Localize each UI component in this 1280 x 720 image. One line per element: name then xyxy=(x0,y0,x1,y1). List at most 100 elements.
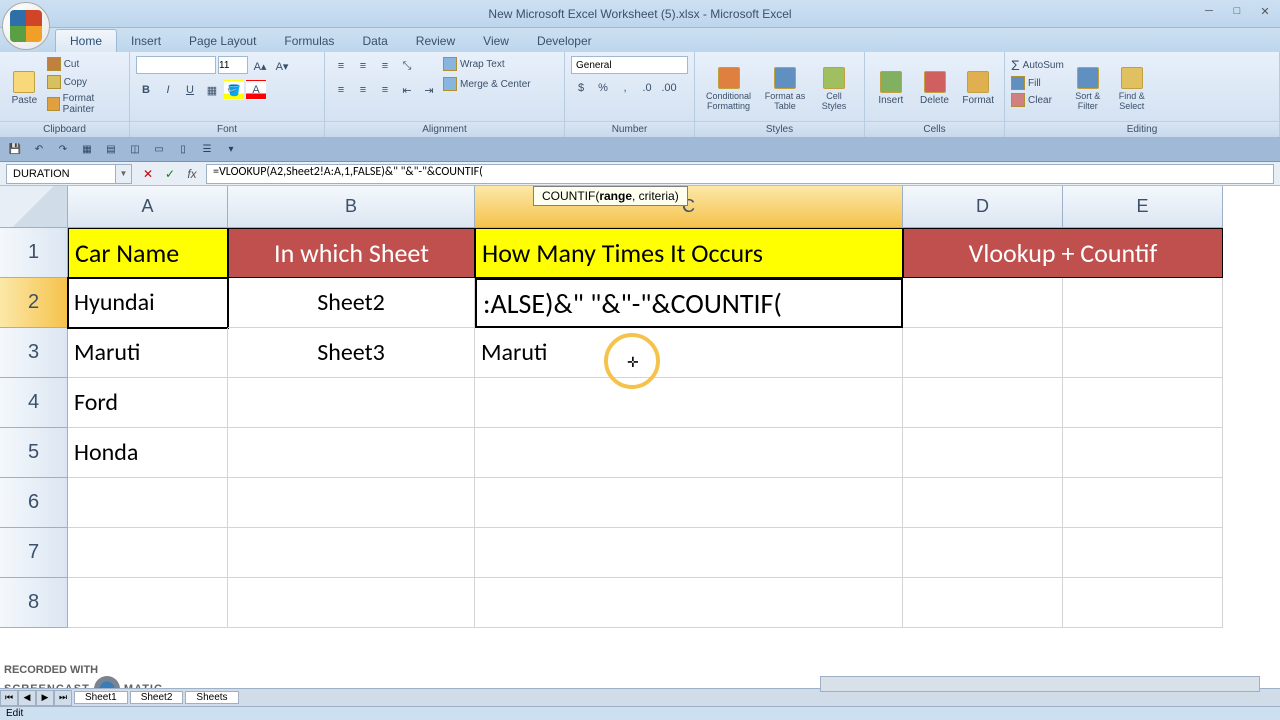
italic-button[interactable]: I xyxy=(158,80,178,100)
find-select-button[interactable]: Find & Select xyxy=(1112,56,1152,121)
orientation-button[interactable]: ⤡ xyxy=(397,56,417,76)
font-name-input[interactable] xyxy=(136,56,216,74)
cell-a8[interactable] xyxy=(68,578,228,628)
undo-button[interactable]: ↶ xyxy=(30,141,48,159)
worksheet-grid[interactable]: A B C D E 1 2 3 4 5 6 7 8 Car Name In wh… xyxy=(0,186,1280,686)
row-header-7[interactable]: 7 xyxy=(0,528,68,578)
cell-b5[interactable] xyxy=(228,428,475,478)
cell-b6[interactable] xyxy=(228,478,475,528)
tab-insert[interactable]: Insert xyxy=(117,30,175,52)
grow-font-button[interactable]: A▴ xyxy=(250,56,270,76)
tab-review[interactable]: Review xyxy=(402,30,469,52)
cell-a4[interactable]: Ford xyxy=(68,378,228,428)
cell-a1[interactable]: Car Name xyxy=(68,228,228,278)
tab-page-layout[interactable]: Page Layout xyxy=(175,30,270,52)
cell-e2[interactable] xyxy=(1063,278,1223,328)
autosum-button[interactable]: ΣAutoSum xyxy=(1011,56,1064,74)
qat-btn-4[interactable]: ▭ xyxy=(150,141,168,159)
cell-c6[interactable] xyxy=(475,478,903,528)
fill-button[interactable]: Fill xyxy=(1011,75,1064,91)
cell-c7[interactable] xyxy=(475,528,903,578)
clear-button[interactable]: Clear xyxy=(1011,92,1064,108)
cell-a2[interactable]: Hyundai xyxy=(68,278,228,328)
qat-more-button[interactable]: ▾ xyxy=(222,141,240,159)
row-header-5[interactable]: 5 xyxy=(0,428,68,478)
cancel-formula-button[interactable]: ✕ xyxy=(138,164,158,184)
cell-d3[interactable] xyxy=(903,328,1063,378)
underline-button[interactable]: U xyxy=(180,80,200,100)
fill-color-button[interactable]: 🪣 xyxy=(224,80,244,100)
minimize-button[interactable]: ─ xyxy=(1199,3,1219,19)
decrease-decimal-button[interactable]: .00 xyxy=(659,78,679,98)
redo-button[interactable]: ↷ xyxy=(54,141,72,159)
cell-e7[interactable] xyxy=(1063,528,1223,578)
qat-btn-1[interactable]: ▦ xyxy=(78,141,96,159)
qat-btn-5[interactable]: ▯ xyxy=(174,141,192,159)
align-left-button[interactable]: ≡ xyxy=(331,80,351,100)
row-header-8[interactable]: 8 xyxy=(0,578,68,628)
cell-e6[interactable] xyxy=(1063,478,1223,528)
row-header-6[interactable]: 6 xyxy=(0,478,68,528)
cell-b2[interactable]: Sheet2 xyxy=(228,278,475,328)
qat-btn-3[interactable]: ◫ xyxy=(126,141,144,159)
cell-c1[interactable]: How Many Times It Occurs xyxy=(475,228,903,278)
bold-button[interactable]: B xyxy=(136,80,156,100)
sheet-tab-1[interactable]: Sheet1 xyxy=(74,691,128,704)
cell-c4[interactable] xyxy=(475,378,903,428)
row-header-2[interactable]: 2 xyxy=(0,278,68,328)
cell-a7[interactable] xyxy=(68,528,228,578)
font-size-input[interactable] xyxy=(218,56,248,74)
tab-data[interactable]: Data xyxy=(348,30,401,52)
enter-formula-button[interactable]: ✓ xyxy=(160,164,180,184)
increase-indent-button[interactable]: ⇥ xyxy=(419,80,439,100)
increase-decimal-button[interactable]: .0 xyxy=(637,78,657,98)
align-top-button[interactable]: ≡ xyxy=(331,56,351,76)
qat-btn-6[interactable]: ☰ xyxy=(198,141,216,159)
cell-d7[interactable] xyxy=(903,528,1063,578)
formula-input[interactable]: =VLOOKUP(A2,Sheet2!A:A,1,FALSE)&" "&"-"&… xyxy=(206,164,1274,184)
insert-function-button[interactable]: fx xyxy=(182,164,202,184)
sheet-tab-3[interactable]: Sheets xyxy=(185,691,238,704)
format-painter-button[interactable]: Format Painter xyxy=(47,92,123,116)
border-button[interactable]: ▦ xyxy=(202,80,222,100)
row-header-3[interactable]: 3 xyxy=(0,328,68,378)
insert-cells-button[interactable]: Insert xyxy=(871,56,911,121)
tab-home[interactable]: Home xyxy=(55,29,117,52)
cell-b7[interactable] xyxy=(228,528,475,578)
cell-c3[interactable]: Maruti xyxy=(475,328,903,378)
cell-a6[interactable] xyxy=(68,478,228,528)
row-header-4[interactable]: 4 xyxy=(0,378,68,428)
delete-cells-button[interactable]: Delete xyxy=(915,56,955,121)
cell-e4[interactable] xyxy=(1063,378,1223,428)
cell-styles-button[interactable]: Cell Styles xyxy=(814,56,854,121)
cell-e5[interactable] xyxy=(1063,428,1223,478)
cell-b1[interactable]: In which Sheet xyxy=(228,228,475,278)
sheet-nav-prev[interactable]: ◀ xyxy=(18,690,36,706)
comma-button[interactable]: , xyxy=(615,78,635,98)
number-format-combo[interactable]: General xyxy=(571,56,688,74)
row-header-1[interactable]: 1 xyxy=(0,228,68,278)
format-cells-button[interactable]: Format xyxy=(958,56,998,121)
select-all-corner[interactable] xyxy=(0,186,68,228)
tab-formulas[interactable]: Formulas xyxy=(270,30,348,52)
save-button[interactable]: 💾 xyxy=(6,141,24,159)
cell-d1[interactable]: Vlookup + Countif xyxy=(903,228,1223,278)
cell-d4[interactable] xyxy=(903,378,1063,428)
horizontal-scrollbar[interactable] xyxy=(820,676,1260,692)
cell-c8[interactable] xyxy=(475,578,903,628)
align-right-button[interactable]: ≡ xyxy=(375,80,395,100)
accounting-button[interactable]: $ xyxy=(571,78,591,98)
sheet-nav-last[interactable]: ⏭ xyxy=(54,690,72,706)
cell-e3[interactable] xyxy=(1063,328,1223,378)
shrink-font-button[interactable]: A▾ xyxy=(272,56,292,76)
col-header-a[interactable]: A xyxy=(68,186,228,228)
col-header-b[interactable]: B xyxy=(228,186,475,228)
format-as-table-button[interactable]: Format as Table xyxy=(760,56,810,121)
copy-button[interactable]: Copy xyxy=(47,74,123,90)
restore-button[interactable]: □ xyxy=(1227,3,1247,19)
wrap-text-button[interactable]: Wrap Text xyxy=(443,56,531,72)
cell-d5[interactable] xyxy=(903,428,1063,478)
cell-b3[interactable]: Sheet3 xyxy=(228,328,475,378)
qat-btn-2[interactable]: ▤ xyxy=(102,141,120,159)
sheet-nav-next[interactable]: ▶ xyxy=(36,690,54,706)
